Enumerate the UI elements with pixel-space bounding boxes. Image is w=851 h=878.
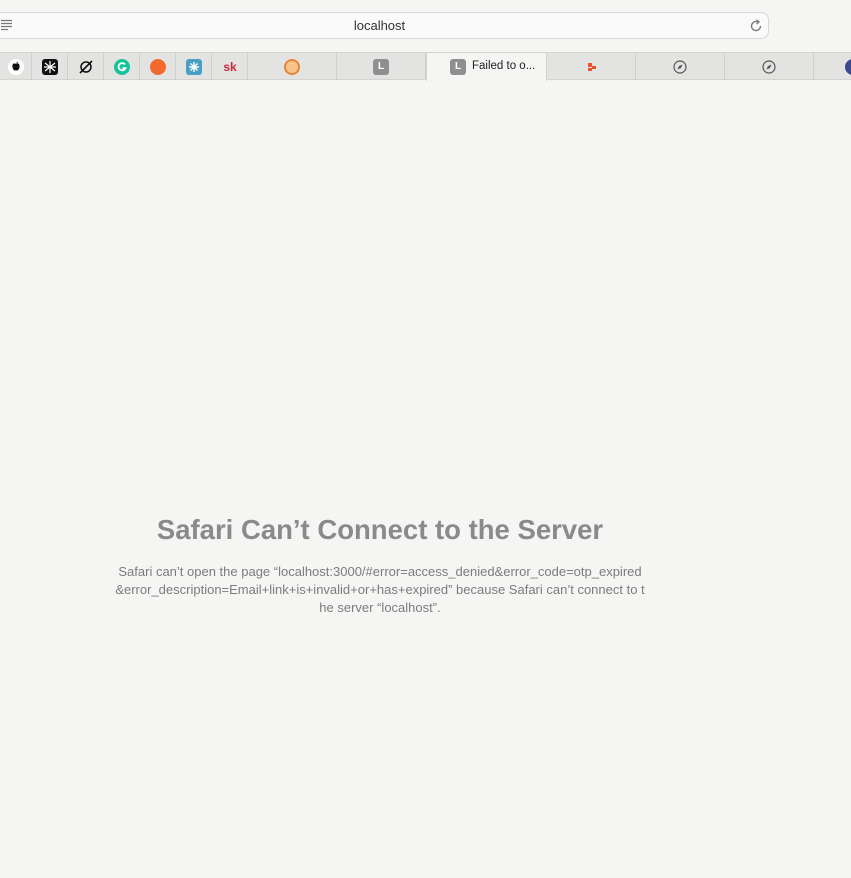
tab-compass-2[interactable] — [725, 53, 814, 80]
tab-dots[interactable] — [547, 53, 636, 80]
tab-grammarly[interactable] — [104, 53, 140, 80]
tab-apple[interactable] — [0, 53, 32, 80]
tab-failed[interactable]: L Failed to o... — [426, 53, 547, 81]
compass-icon — [672, 59, 688, 75]
tab-compass-1[interactable] — [636, 53, 725, 80]
letter-l-icon: L — [373, 59, 389, 75]
tab-pattern[interactable] — [32, 53, 68, 80]
toolbar: localhost — [0, 0, 851, 52]
address-bar[interactable]: localhost — [0, 12, 769, 39]
error-title: Safari Can’t Connect to the Server — [156, 514, 604, 545]
apple-icon — [8, 59, 24, 75]
slash-icon — [78, 59, 94, 75]
tab-orange[interactable] — [140, 53, 176, 80]
address-text[interactable]: localhost — [0, 18, 768, 33]
reload-icon[interactable] — [748, 18, 764, 34]
tab-bar: sk L L Failed to o... — [0, 52, 851, 81]
tab-letter-l[interactable]: L — [337, 53, 426, 80]
partial-icon — [845, 59, 851, 75]
tab-teal[interactable] — [176, 53, 212, 80]
tab-sk[interactable]: sk — [212, 53, 248, 80]
compass-icon — [761, 59, 777, 75]
pattern-icon — [42, 59, 58, 75]
sk-icon: sk — [223, 60, 237, 74]
tab-slash[interactable] — [68, 53, 104, 80]
error-message: Safari can’t open the page “localhost:30… — [115, 564, 645, 615]
tab-target[interactable] — [248, 53, 337, 80]
target-icon — [284, 59, 300, 75]
dots-icon — [583, 59, 599, 75]
orange-circle-icon — [150, 59, 166, 75]
letter-l-icon: L — [450, 59, 466, 75]
tab-title: Failed to o... — [472, 60, 536, 72]
star-icon — [186, 59, 202, 75]
tab-partial[interactable] — [814, 53, 851, 80]
grammarly-icon — [114, 59, 130, 75]
